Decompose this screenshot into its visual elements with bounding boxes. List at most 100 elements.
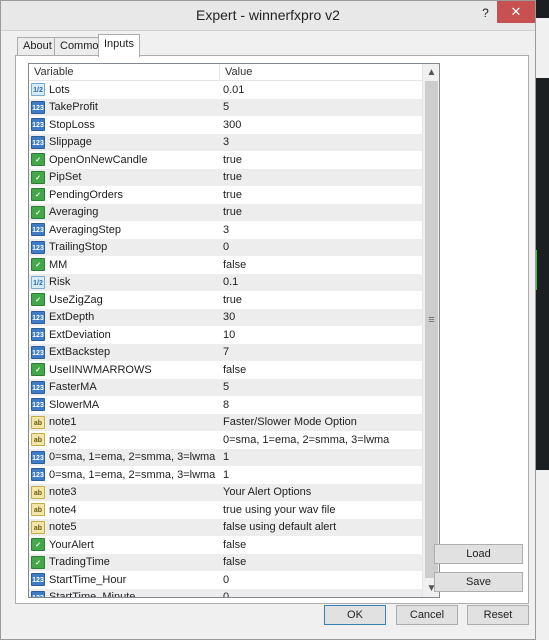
value-cell[interactable]: 3 — [220, 136, 422, 148]
table-row[interactable]: 123 Slippage 3 — [29, 133, 422, 151]
value-cell[interactable]: 3 — [220, 224, 422, 236]
table-row[interactable]: ab note2 0=sma, 1=ema, 2=smma, 3=lwma — [29, 431, 422, 449]
title-bar[interactable]: Expert - winnerfxpro v2 ? ✕ — [1, 1, 535, 31]
inputs-list[interactable]: Variable Value 1/2 Lots 0.01 123 TakeProfit 5… — [28, 63, 440, 598]
value-cell[interactable]: true — [220, 206, 422, 218]
variable-cell[interactable]: 123 SlowerMA — [29, 398, 220, 412]
table-row[interactable]: 123 FasterMA 5 — [29, 378, 422, 396]
variable-cell[interactable]: 123 AveragingStep — [29, 223, 220, 237]
variable-cell[interactable]: ✓ PendingOrders — [29, 188, 220, 202]
variable-cell[interactable]: ✓ TradingTime — [29, 555, 220, 569]
value-cell[interactable]: 0 — [220, 574, 422, 586]
table-row[interactable]: 123 TakeProfit 5 — [29, 98, 422, 116]
value-cell[interactable]: false — [220, 259, 422, 271]
tab-about[interactable]: About — [17, 37, 58, 56]
table-row[interactable]: ✓ PendingOrders true — [29, 186, 422, 204]
table-row[interactable]: ✓ PipSet true — [29, 168, 422, 186]
value-cell[interactable]: 5 — [220, 101, 422, 113]
table-row[interactable]: ✓ UseZigZag true — [29, 291, 422, 309]
variable-cell[interactable]: 1/2 Lots — [29, 83, 220, 97]
table-row[interactable]: 123 TrailingStop 0 — [29, 238, 422, 256]
table-row[interactable]: 123 0=sma, 1=ema, 2=smma, 3=lwma 1 — [29, 448, 422, 466]
value-cell[interactable]: true — [220, 171, 422, 183]
value-cell[interactable]: 8 — [220, 399, 422, 411]
variable-cell[interactable]: ab note3 — [29, 485, 220, 499]
table-row[interactable]: ab note4 true using your wav file — [29, 501, 422, 519]
table-row[interactable]: 123 SlowerMA 8 — [29, 396, 422, 414]
table-row[interactable]: 1/2 Lots 0.01 — [29, 81, 422, 99]
table-row[interactable]: 123 ExtBackstep 7 — [29, 343, 422, 361]
value-cell[interactable]: 0=sma, 1=ema, 2=smma, 3=lwma — [220, 434, 422, 446]
table-row[interactable]: 123 AveragingStep 3 — [29, 221, 422, 239]
table-row[interactable]: 123 StopLoss 300 — [29, 116, 422, 134]
column-header-variable[interactable]: Variable — [29, 64, 220, 81]
table-row[interactable]: ✓ OpenOnNewCandle true — [29, 151, 422, 169]
table-row[interactable]: 123 StartTime_Hour 0 — [29, 571, 422, 589]
variable-cell[interactable]: 123 FasterMA — [29, 380, 220, 394]
ok-button[interactable]: OK — [324, 605, 386, 625]
table-row[interactable]: 123 ExtDepth 30 — [29, 308, 422, 326]
scroll-thumb[interactable]: ≡ — [425, 81, 438, 578]
close-button[interactable]: ✕ — [497, 1, 535, 23]
variable-cell[interactable]: ✓ YourAlert — [29, 538, 220, 552]
variable-cell[interactable]: 123 StartTime_Hour — [29, 573, 220, 587]
table-row[interactable]: 1/2 Risk 0.1 — [29, 273, 422, 291]
value-cell[interactable]: 0 — [220, 591, 422, 597]
variable-cell[interactable]: 123 ExtDepth — [29, 310, 220, 324]
value-cell[interactable]: 7 — [220, 346, 422, 358]
variable-cell[interactable]: 1/2 Risk — [29, 275, 220, 289]
value-cell[interactable]: false — [220, 556, 422, 568]
variable-cell[interactable]: ✓ UseZigZag — [29, 293, 220, 307]
variable-cell[interactable]: 123 TrailingStop — [29, 240, 220, 254]
value-cell[interactable]: 0.01 — [220, 84, 422, 96]
value-cell[interactable]: 0 — [220, 241, 422, 253]
value-cell[interactable]: 0.1 — [220, 276, 422, 288]
value-cell[interactable]: Your Alert Options — [220, 486, 422, 498]
value-cell[interactable]: 300 — [220, 119, 422, 131]
value-cell[interactable]: true — [220, 189, 422, 201]
table-row[interactable]: ab note1 Faster/Slower Mode Option — [29, 413, 422, 431]
table-row[interactable]: ✓ Averaging true — [29, 203, 422, 221]
table-row[interactable]: 123 0=sma, 1=ema, 2=smma, 3=lwma 1 — [29, 466, 422, 484]
help-button[interactable]: ? — [477, 5, 494, 22]
variable-cell[interactable]: ab note2 — [29, 433, 220, 447]
value-cell[interactable]: false — [220, 539, 422, 551]
value-cell[interactable]: true — [220, 294, 422, 306]
value-cell[interactable]: false using default alert — [220, 521, 422, 533]
table-row[interactable]: 123 ExtDeviation 10 — [29, 326, 422, 344]
value-cell[interactable]: 30 — [220, 311, 422, 323]
load-button[interactable]: Load — [434, 544, 523, 564]
table-row[interactable]: ab note3 Your Alert Options — [29, 483, 422, 501]
value-cell[interactable]: 1 — [220, 451, 422, 463]
table-row[interactable]: ✓ YourAlert false — [29, 536, 422, 554]
variable-cell[interactable]: 123 StartTime_Minute — [29, 590, 220, 597]
variable-cell[interactable]: 123 0=sma, 1=ema, 2=smma, 3=lwma — [29, 450, 220, 464]
variable-cell[interactable]: ✓ PipSet — [29, 170, 220, 184]
value-cell[interactable]: 1 — [220, 469, 422, 481]
table-row[interactable]: ✓ TradingTime false — [29, 553, 422, 571]
variable-cell[interactable]: ✓ MM — [29, 258, 220, 272]
variable-cell[interactable]: ab note5 — [29, 520, 220, 534]
value-cell[interactable]: true using your wav file — [220, 504, 422, 516]
tab-inputs[interactable]: Inputs — [98, 34, 140, 57]
value-cell[interactable]: true — [220, 154, 422, 166]
value-cell[interactable]: false — [220, 364, 422, 376]
vertical-scrollbar[interactable]: ▲ ≡ ▼ — [422, 64, 439, 597]
table-row[interactable]: ✓ MM false — [29, 256, 422, 274]
variable-cell[interactable]: ✓ UseIINWMARROWS — [29, 363, 220, 377]
variable-cell[interactable]: 123 Slippage — [29, 135, 220, 149]
value-cell[interactable]: 10 — [220, 329, 422, 341]
table-row[interactable]: 123 StartTime_Minute 0 — [29, 588, 422, 597]
variable-cell[interactable]: 123 ExtBackstep — [29, 345, 220, 359]
reset-button[interactable]: Reset — [467, 605, 529, 625]
cancel-button[interactable]: Cancel — [396, 605, 458, 625]
save-button[interactable]: Save — [434, 572, 523, 592]
variable-cell[interactable]: 123 TakeProfit — [29, 100, 220, 114]
variable-cell[interactable]: 123 ExtDeviation — [29, 328, 220, 342]
value-cell[interactable]: 5 — [220, 381, 422, 393]
variable-cell[interactable]: 123 0=sma, 1=ema, 2=smma, 3=lwma — [29, 468, 220, 482]
variable-cell[interactable]: ✓ Averaging — [29, 205, 220, 219]
variable-cell[interactable]: ab note1 — [29, 415, 220, 429]
table-row[interactable]: ab note5 false using default alert — [29, 518, 422, 536]
table-row[interactable]: ✓ UseIINWMARROWS false — [29, 361, 422, 379]
